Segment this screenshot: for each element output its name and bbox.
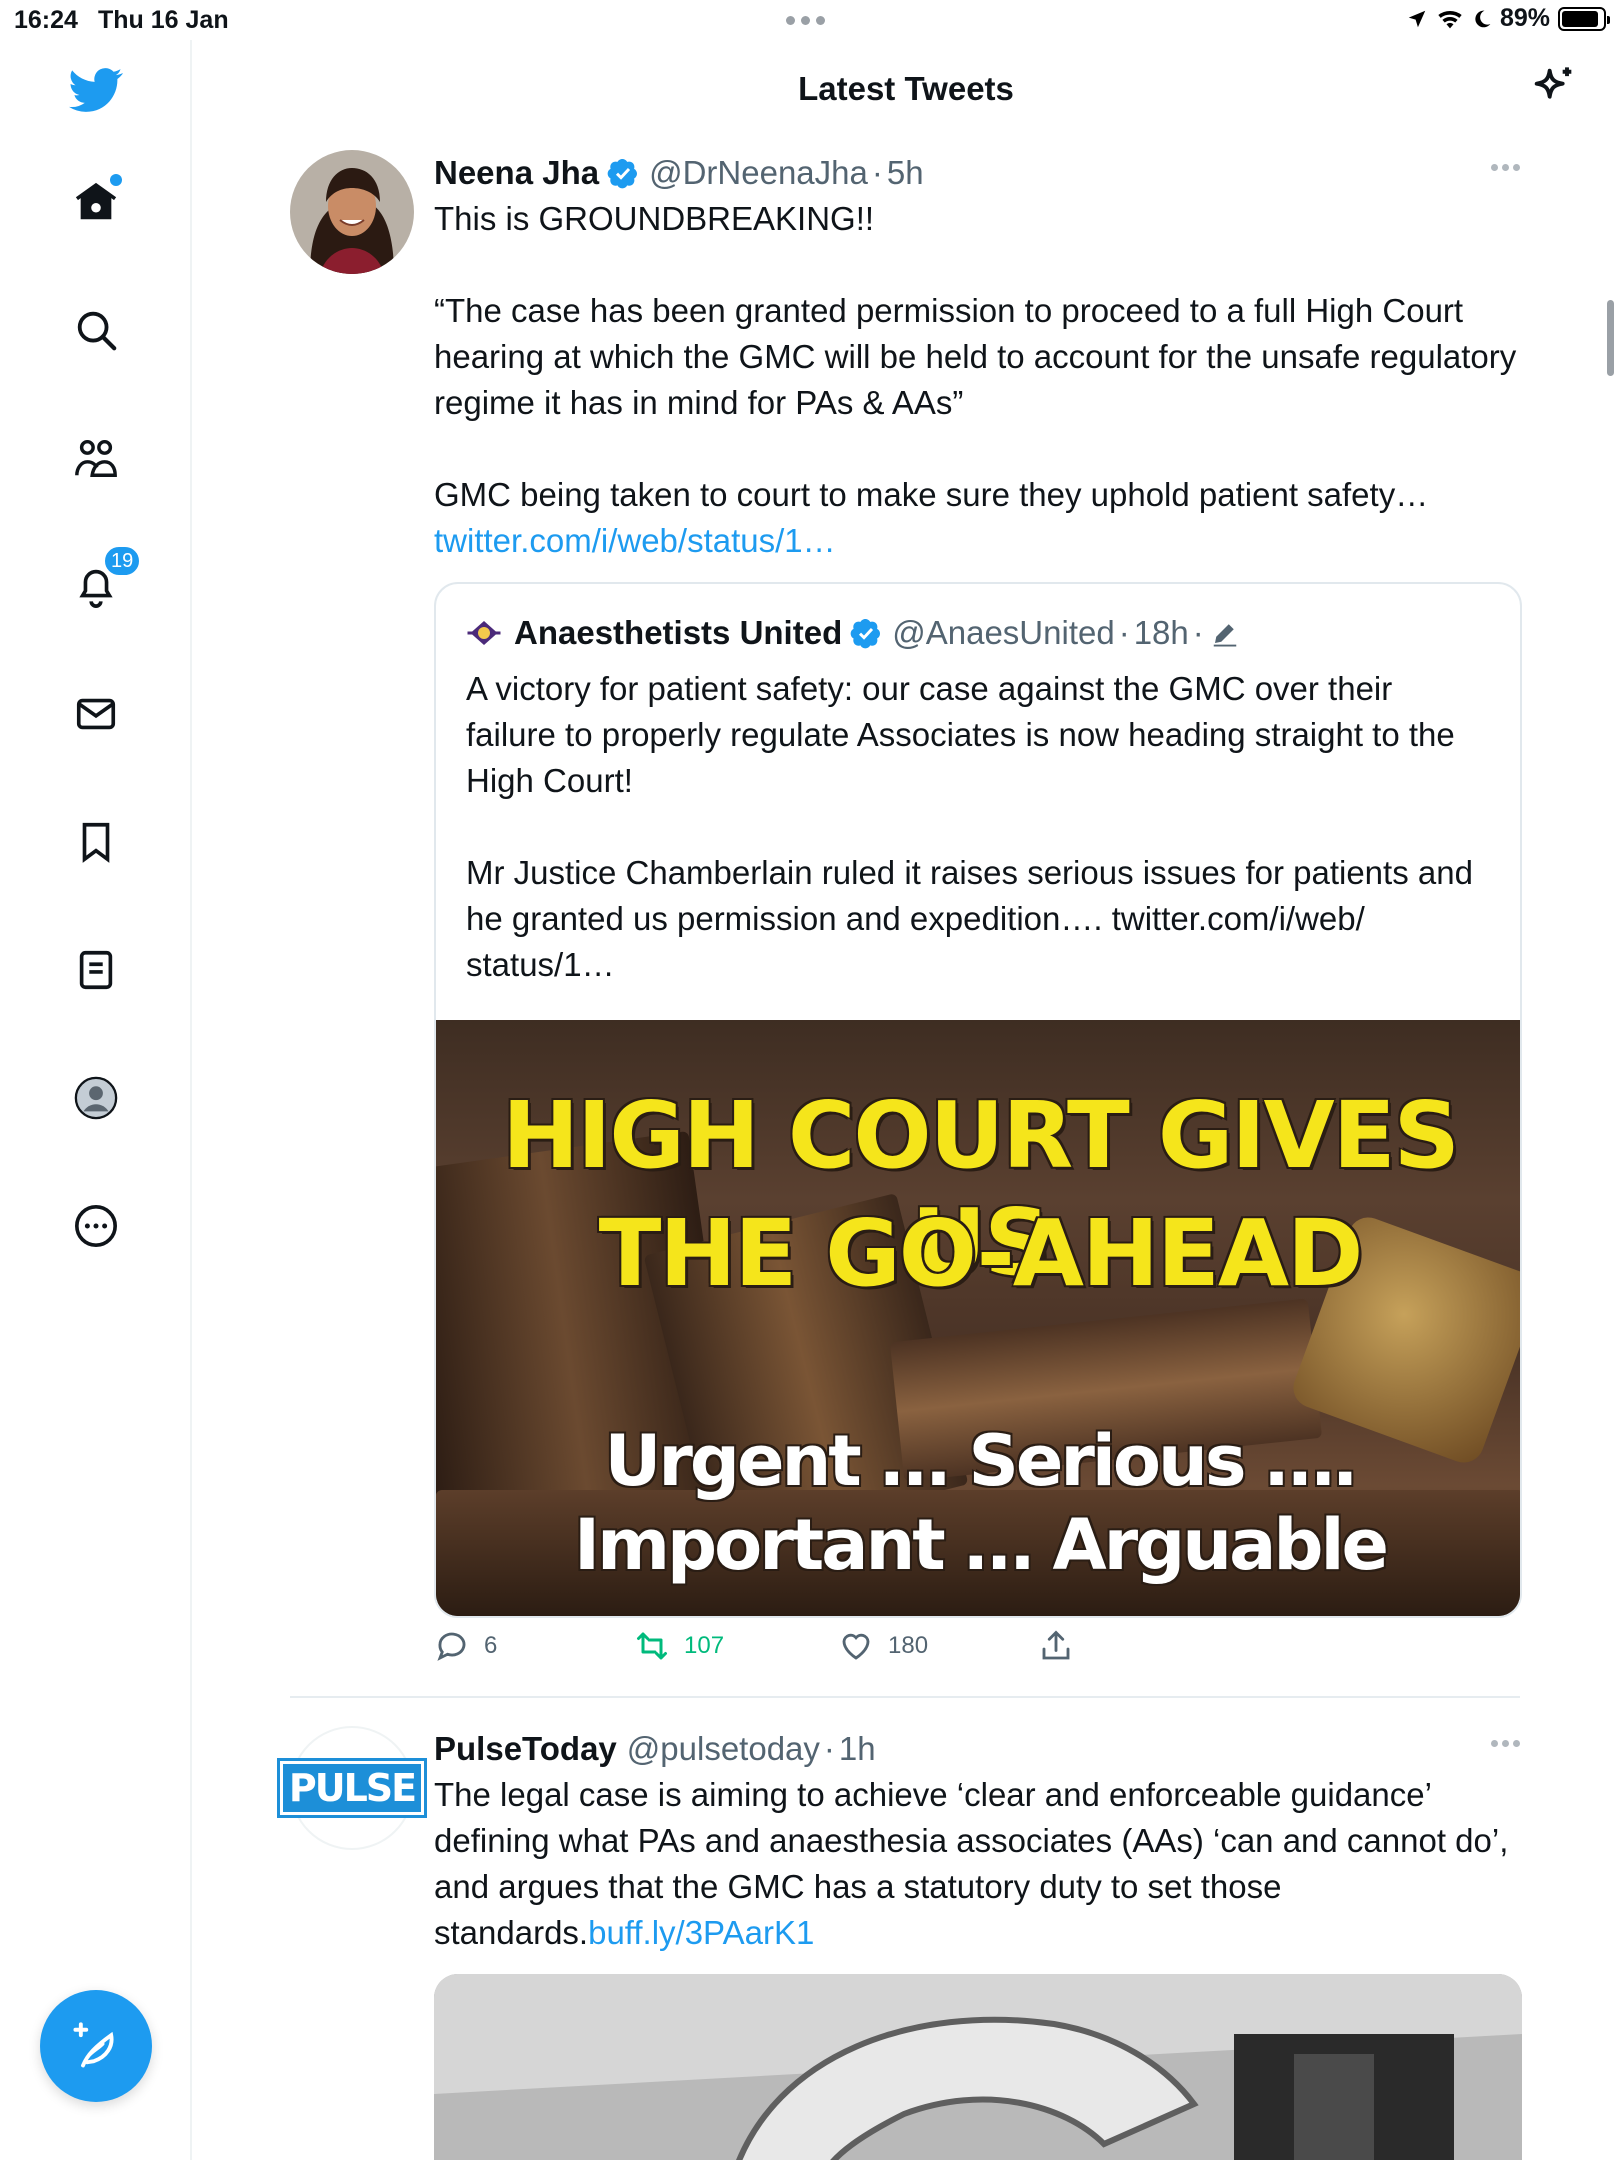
- like-button[interactable]: 180: [838, 1628, 1038, 1664]
- retweet-button[interactable]: 107: [634, 1628, 838, 1664]
- verified-icon: [850, 619, 881, 649]
- verified-icon: [607, 159, 638, 189]
- profile-icon: [74, 1076, 118, 1120]
- tweet-text: The legal case is aiming to achieve ‘cle…: [434, 1772, 1520, 1956]
- feather-plus-icon: [73, 2022, 114, 2068]
- sidebar: 19: [0, 40, 192, 2160]
- search-icon: [77, 311, 117, 351]
- home-new-dot: [110, 174, 122, 186]
- notification-count-badge: 19: [102, 544, 143, 578]
- tweet-header: Neena Jha @DrNeenaJha · 5h: [434, 150, 1520, 196]
- communities-icon: [75, 439, 117, 477]
- location-icon: [1408, 10, 1426, 27]
- sidebar-item-explore[interactable]: [64, 298, 128, 362]
- sidebar-item-profile[interactable]: [64, 1066, 128, 1130]
- status-bar: 16:24 Thu 16 Jan 89%: [0, 0, 1620, 40]
- tweet[interactable]: PULSE PulseToday @pulsetoday · 1h The le…: [276, 1726, 1522, 2160]
- separator: ·: [1192, 614, 1204, 651]
- tweet-actions: 6 107 180: [434, 1628, 1074, 1664]
- more-circle-icon: [75, 1205, 117, 1247]
- image-subline-2: Important … Arguable: [574, 1504, 1389, 1586]
- author-handle[interactable]: @pulsetoday: [627, 1730, 820, 1768]
- wifi-icon: [1438, 10, 1462, 28]
- battery-icon: [1558, 6, 1610, 31]
- heart-icon: [842, 1633, 870, 1660]
- sidebar-item-lists[interactable]: [64, 938, 128, 1002]
- sidebar-item-home[interactable]: [64, 170, 128, 234]
- like-count: 180: [888, 1632, 929, 1659]
- quoted-tweet-text: A victory for patient safety: our case a…: [466, 670, 1473, 983]
- tweet-text: This is GROUNDBREAKING!! “The case has b…: [434, 200, 1517, 513]
- sidebar-item-messages[interactable]: [64, 682, 128, 746]
- status-time: 16:24: [14, 6, 78, 34]
- bookmark-icon: [82, 822, 110, 863]
- mail-icon: [76, 698, 116, 730]
- battery-percent: 89%: [1499, 4, 1550, 32]
- multitasking-dots[interactable]: [786, 16, 825, 25]
- tweet-time[interactable]: 5h: [887, 154, 924, 192]
- more-options-icon[interactable]: [1491, 164, 1520, 171]
- tweet-time[interactable]: 1h: [839, 1730, 876, 1768]
- anaesthetists-united-logo: [467, 621, 501, 645]
- quoted-tweet-header: Anaesthetists United @AnaesUnited · 18h …: [466, 610, 1490, 656]
- tweet-body: Neena Jha @DrNeenaJha · 5h This is GROUN…: [434, 150, 1520, 564]
- quoted-tweet[interactable]: Anaesthetists United @AnaesUnited · 18h …: [434, 582, 1522, 1618]
- edited-pencil-icon: [1213, 624, 1237, 647]
- tweet[interactable]: Neena Jha @DrNeenaJha · 5h This is GROUN…: [290, 150, 1522, 1690]
- separator: ·: [1118, 614, 1130, 651]
- sidebar-item-communities[interactable]: [64, 426, 128, 490]
- sidebar-item-notifications[interactable]: 19: [64, 544, 143, 618]
- quoted-author-name: Anaesthetists United: [514, 614, 843, 651]
- sidebar-item-bookmarks[interactable]: [64, 810, 128, 874]
- status-date: Thu 16 Jan: [98, 6, 229, 34]
- tweet-header: PulseToday @pulsetoday · 1h: [434, 1726, 1520, 1772]
- home-icon: [75, 182, 117, 220]
- reply-count: 6: [484, 1632, 498, 1659]
- separator: ·: [871, 154, 883, 191]
- avatar[interactable]: [290, 150, 414, 274]
- page-title: Latest Tweets: [798, 70, 1014, 107]
- image-headline-2: THE GO-AHEAD: [598, 1200, 1364, 1307]
- quoted-author-handle: @AnaesUnited: [892, 614, 1115, 651]
- timeline-header: Latest Tweets: [192, 40, 1620, 140]
- tweet-link[interactable]: buff.ly/3PAarK1: [588, 1914, 814, 1951]
- author-handle[interactable]: @DrNeenaJha: [649, 154, 868, 192]
- tweet-link[interactable]: twitter.com/i/web/status/1…: [434, 518, 1520, 564]
- status-indicators: 89%: [1406, 4, 1610, 33]
- link-preview-image[interactable]: [434, 1974, 1522, 2160]
- reply-icon: [437, 1632, 466, 1661]
- sidebar-item-more[interactable]: [64, 1194, 128, 1258]
- pulse-logo: PULSE: [276, 1758, 428, 1818]
- retweet-icon: [637, 1632, 667, 1660]
- quoted-tweet-time: 18h: [1133, 614, 1189, 651]
- tweet-divider: [290, 1696, 1520, 1698]
- share-icon: [1042, 1630, 1070, 1660]
- separator: ·: [823, 1730, 835, 1767]
- author-name[interactable]: Neena Jha: [434, 154, 599, 192]
- author-name[interactable]: PulseToday: [434, 1730, 617, 1768]
- image-subline-1: Urgent … Serious ….: [604, 1420, 1359, 1502]
- avatar[interactable]: PULSE: [276, 1726, 428, 1850]
- compose-tweet-button[interactable]: [40, 1990, 152, 2102]
- list-icon: [79, 950, 113, 990]
- tweet-body: PulseToday @pulsetoday · 1h The legal ca…: [434, 1726, 1520, 1956]
- sparkle-icon[interactable]: [1528, 62, 1580, 114]
- scroll-indicator[interactable]: [1607, 300, 1614, 376]
- quoted-tweet-image[interactable]: HIGH COURT GIVES US THE GO-AHEAD Urgent …: [436, 1020, 1520, 1616]
- share-button[interactable]: [1038, 1628, 1074, 1664]
- more-options-icon[interactable]: [1491, 1740, 1520, 1747]
- reply-button[interactable]: 6: [434, 1628, 634, 1664]
- retweet-count: 107: [684, 1632, 725, 1659]
- moon-icon: [1475, 10, 1491, 27]
- twitter-logo-icon[interactable]: [64, 58, 128, 122]
